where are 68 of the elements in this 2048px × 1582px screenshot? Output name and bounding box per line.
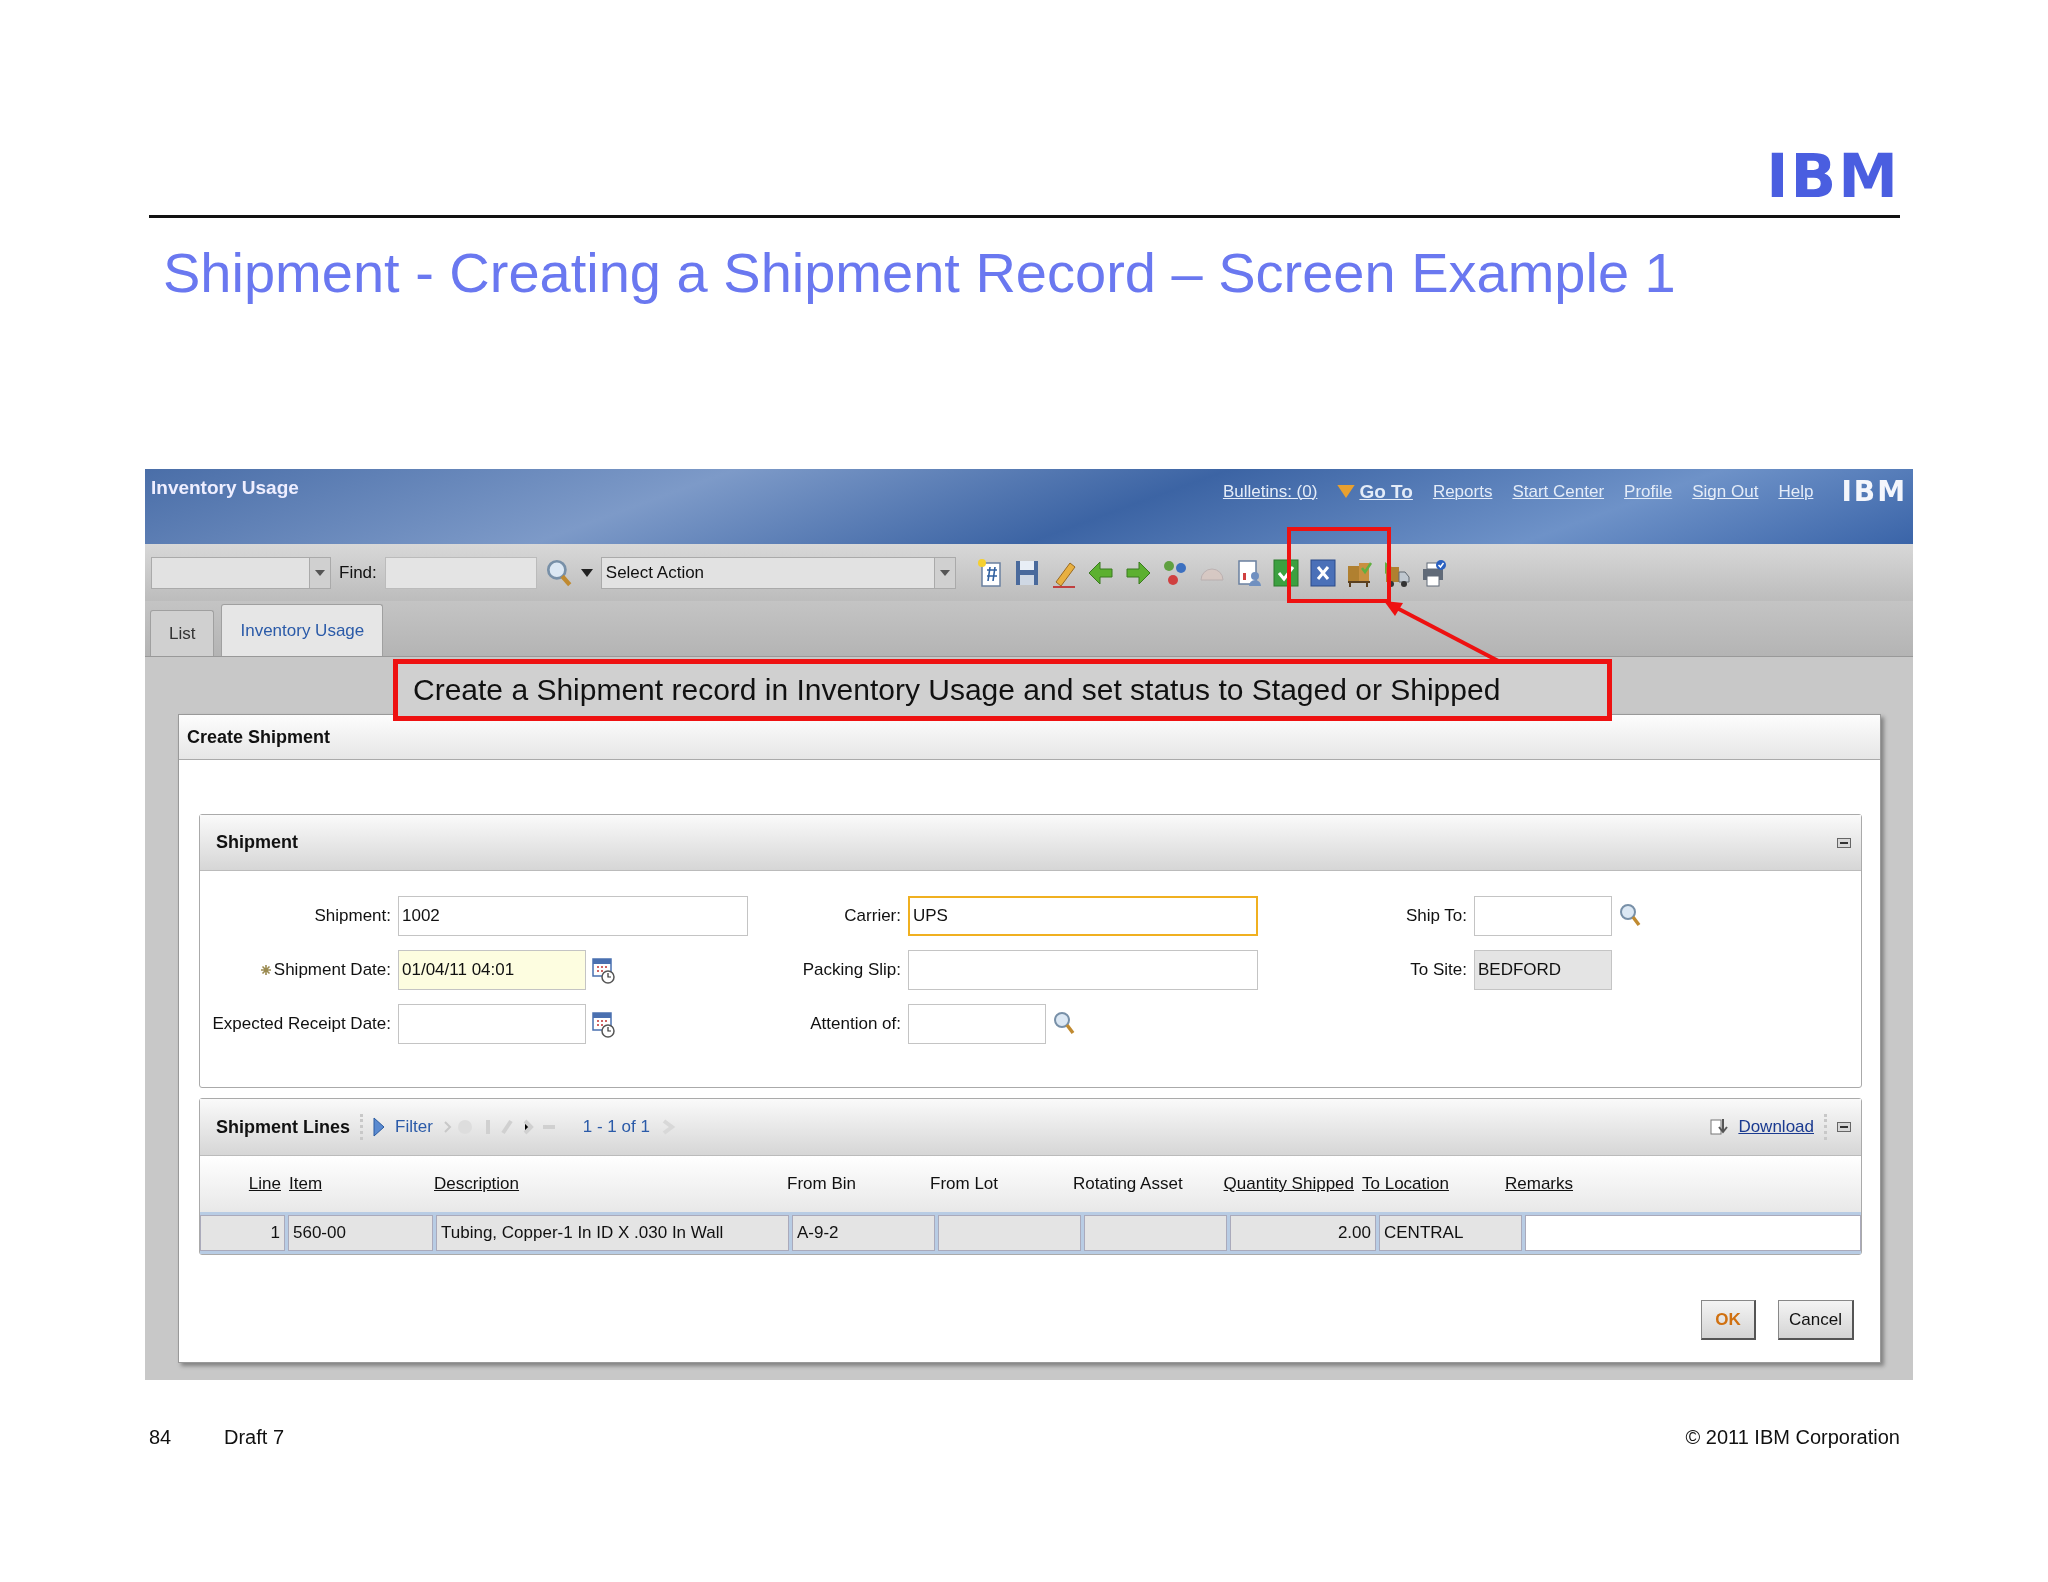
expand-triangle-icon[interactable] — [373, 1116, 385, 1138]
field-label: Ship To: — [1405, 906, 1467, 926]
column-header: From Bin — [786, 1174, 857, 1194]
table-cell: 1 — [200, 1215, 285, 1251]
input-field[interactable]: 01/04/11 04:01 — [398, 950, 586, 990]
table-cell: 560-00 — [288, 1215, 433, 1251]
field-label: To Site: — [1410, 960, 1467, 980]
table-cell: Tubing, Copper-1 In ID X .030 In Wall — [436, 1215, 789, 1251]
find-field[interactable] — [384, 556, 537, 589]
table-cell: 2.00 — [1230, 1215, 1376, 1251]
callout-text: Create a Shipment record in Inventory Usage and set status to Staged or Shipped — [413, 673, 1501, 707]
field-label: Packing Slip: — [802, 960, 901, 980]
go-to-menu[interactable]: Go To — [1359, 480, 1413, 503]
column-header[interactable]: Line — [200, 1174, 285, 1194]
field-label: Shipment Date: — [260, 960, 391, 980]
slide-title: Shipment - Creating a Shipment Record – Screen Example 1 — [163, 240, 1677, 306]
dropdown-triangle-icon — [1337, 485, 1356, 498]
copyright: © 2011 IBM Corporation — [1685, 1426, 1900, 1449]
tab[interactable]: Inventory Usage — [221, 604, 384, 656]
new-document-icon[interactable] — [975, 557, 1004, 588]
input-field[interactable] — [908, 950, 1258, 990]
calendar-icon[interactable] — [592, 1010, 616, 1038]
cancel-button[interactable]: Cancel — [1778, 1300, 1854, 1340]
collapse-icon[interactable] — [1837, 1122, 1851, 1132]
table-cell: CENTRAL — [1379, 1215, 1522, 1251]
draft-label: Draft 7 — [224, 1426, 285, 1449]
column-header[interactable]: Description — [430, 1174, 783, 1194]
search-icon[interactable] — [544, 557, 573, 588]
app-title: Inventory Usage — [151, 477, 299, 499]
field-label: Shipment: — [314, 906, 391, 926]
find-label: Find: — [339, 562, 377, 583]
table-cell: A-9-2 — [792, 1215, 935, 1251]
dropdown-triangle-icon[interactable] — [580, 568, 593, 577]
input-field[interactable]: 1002 — [398, 896, 748, 936]
nav-link[interactable]: Bulletins: (0) — [1222, 481, 1318, 502]
input-field[interactable] — [1474, 896, 1612, 936]
table-title: Shipment Lines — [216, 1116, 350, 1138]
calendar-icon[interactable] — [592, 956, 616, 984]
ibm-logo: IBM — [1841, 475, 1907, 508]
select-action-dropdown[interactable]: Select Action — [600, 556, 956, 589]
page-count: 1 - 1 of 1 — [582, 1117, 650, 1137]
column-header[interactable]: Item — [285, 1174, 430, 1194]
column-header: Rotating Asset — [1072, 1174, 1184, 1194]
dropdown-arrow-icon — [315, 569, 325, 576]
download-icon[interactable] — [1710, 1117, 1729, 1137]
page-number: 84 — [149, 1426, 173, 1449]
input-field[interactable]: BEDFORD — [1474, 950, 1612, 990]
input-field[interactable] — [908, 1004, 1046, 1044]
tab[interactable]: List — [150, 610, 215, 656]
column-header: From Lot — [929, 1174, 1000, 1194]
column-header[interactable]: Quantity Shipped — [1212, 1174, 1358, 1194]
dropdown-arrow-icon — [939, 569, 950, 576]
field-label: Carrier: — [844, 906, 901, 926]
field-label: Attention of: — [810, 1014, 901, 1034]
required-icon — [260, 965, 271, 975]
ibm-logo: IBM — [1766, 143, 1900, 209]
field-label: Expected Receipt Date: — [212, 1014, 391, 1034]
dialog-title: Create Shipment — [187, 726, 331, 748]
cancel-x-icon[interactable] — [1308, 557, 1337, 588]
filter-link[interactable]: Filter — [395, 1117, 433, 1137]
column-header[interactable]: To Location — [1358, 1174, 1501, 1194]
remarks-field[interactable] — [1525, 1215, 1861, 1251]
input-field[interactable] — [398, 1004, 586, 1044]
input-field[interactable]: UPS — [908, 896, 1258, 936]
download-link[interactable]: Download — [1738, 1117, 1814, 1137]
collapse-icon[interactable] — [1837, 837, 1851, 848]
section-title: Shipment — [216, 832, 298, 853]
column-header[interactable]: Remarks — [1501, 1174, 1861, 1194]
